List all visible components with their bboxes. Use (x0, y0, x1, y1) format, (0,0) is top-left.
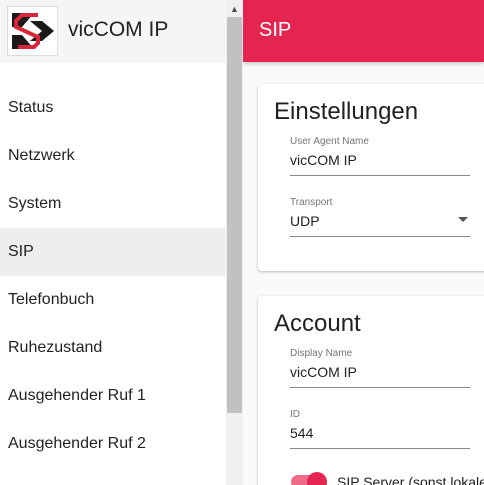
account-card: Account Display Name vicCOM IP ID 544 (258, 296, 484, 485)
sidebar: vicCOM IP Status Netzwerk System SIP Tel… (0, 0, 226, 485)
viccom-logo-icon (7, 6, 58, 56)
display-name-input[interactable]: vicCOM IP (290, 364, 450, 380)
settings-card: Einstellungen User Agent Name vicCOM IP … (258, 84, 484, 271)
brand-title: vicCOM IP (68, 18, 169, 41)
id-label: ID (290, 409, 300, 420)
account-card-title: Account (274, 310, 361, 337)
display-name-label: Display Name (290, 348, 353, 359)
display-name-field[interactable]: Display Name vicCOM IP (290, 348, 470, 388)
chevron-down-icon[interactable] (458, 217, 468, 222)
sip-server-toggle[interactable] (307, 472, 327, 485)
main-content: SIP Einstellungen User Agent Name vicCOM… (243, 0, 484, 485)
sip-server-toggle-label: SIP Server (sonst lokale (337, 474, 484, 485)
page-title: SIP (259, 19, 292, 41)
transport-select[interactable]: Transport UDP (290, 197, 470, 237)
user-agent-name-field[interactable]: User Agent Name vicCOM IP (290, 136, 470, 176)
transport-value[interactable]: UDP (290, 213, 450, 229)
id-input[interactable]: 544 (290, 425, 450, 441)
app-bar: SIP (243, 0, 484, 62)
sidebar-item-ausgehender-ruf-1[interactable]: Ausgehender Ruf 1 (0, 372, 226, 420)
sidebar-item-sip[interactable]: SIP (0, 228, 226, 276)
sidebar-nav: Status Netzwerk System SIP Telefonbuch R… (0, 84, 226, 468)
scroll-up-arrow-icon[interactable]: ▲ (226, 0, 243, 17)
brand-header: vicCOM IP (0, 0, 226, 63)
settings-card-title: Einstellungen (274, 98, 419, 125)
sidebar-scrollbar[interactable]: ▲ (226, 0, 243, 485)
user-agent-name-label: User Agent Name (290, 136, 369, 147)
id-field[interactable]: ID 544 (290, 409, 470, 449)
sidebar-item-system[interactable]: System (0, 180, 226, 228)
sidebar-item-ausgehender-ruf-2[interactable]: Ausgehender Ruf 2 (0, 420, 226, 468)
scrollbar-thumb[interactable] (227, 17, 242, 413)
user-agent-name-input[interactable]: vicCOM IP (290, 152, 450, 168)
transport-label: Transport (290, 197, 333, 208)
sidebar-item-ruhezustand[interactable]: Ruhezustand (0, 324, 226, 372)
sidebar-item-status[interactable]: Status (0, 84, 226, 132)
sidebar-item-netzwerk[interactable]: Netzwerk (0, 132, 226, 180)
sidebar-item-telefonbuch[interactable]: Telefonbuch (0, 276, 226, 324)
